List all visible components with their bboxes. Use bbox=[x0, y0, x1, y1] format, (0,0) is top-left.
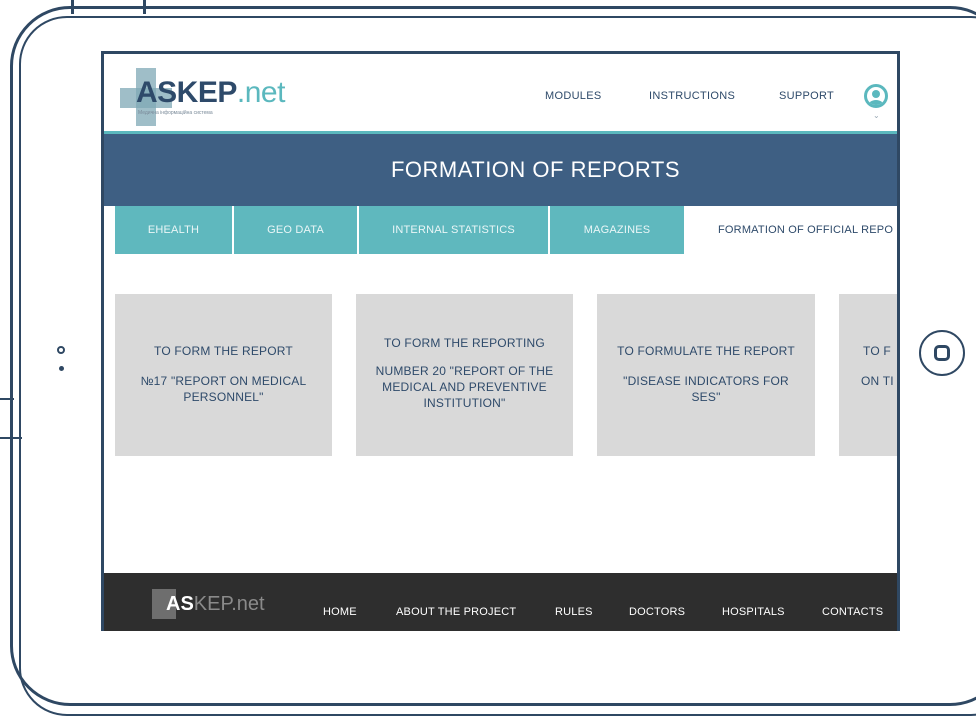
footer-nav-contacts[interactable]: CONTACTS bbox=[822, 606, 883, 618]
camera-icon bbox=[57, 346, 65, 354]
user-avatar-icon[interactable] bbox=[864, 84, 888, 108]
card-title: TO FORMULATE THE REPORT bbox=[617, 344, 795, 358]
home-square-icon bbox=[934, 345, 950, 361]
card-title: TO FORM THE REPORTING bbox=[384, 336, 545, 350]
tablet-side-line bbox=[0, 398, 14, 400]
site-footer: ASKEP.net HOME ABOUT THE PROJECT RULES D… bbox=[104, 573, 897, 631]
footer-nav-hospitals[interactable]: HOSPITALS bbox=[722, 606, 785, 618]
site-header: ASKEP.net Медична інформаційна система M… bbox=[104, 54, 897, 134]
sensor-icon bbox=[59, 366, 64, 371]
home-button[interactable] bbox=[919, 330, 965, 376]
footer-nav-doctors[interactable]: DOCTORS bbox=[629, 606, 685, 618]
card-title: TO F bbox=[863, 344, 891, 358]
tablet-screen: ASKEP.net Медична інформаційна система M… bbox=[101, 51, 900, 631]
title-band: FORMATION OF REPORTS bbox=[104, 134, 897, 206]
report-card-ses[interactable]: TO FORMULATE THE REPORT "DISEASE INDICAT… bbox=[597, 294, 815, 456]
card-subtitle: ON TI bbox=[861, 374, 894, 388]
chevron-down-icon[interactable]: ⌄ bbox=[873, 111, 880, 120]
report-card-partial[interactable]: TO F ON TI bbox=[839, 294, 897, 456]
footer-nav-home[interactable]: HOME bbox=[323, 606, 357, 618]
card-title: TO FORM THE REPORT bbox=[154, 344, 293, 358]
tab-formation-of-official-reports[interactable]: FORMATION OF OFFICIAL REPO bbox=[686, 206, 897, 254]
tab-ehealth[interactable]: EHEALTH bbox=[115, 206, 234, 254]
tablet-side-line-2 bbox=[0, 437, 22, 439]
tab-magazines[interactable]: MAGAZINES bbox=[550, 206, 686, 254]
page-title: FORMATION OF REPORTS bbox=[390, 157, 681, 182]
nav-instructions[interactable]: INSTRUCTIONS bbox=[649, 90, 735, 102]
card-subtitle: "DISEASE INDICATORS FOR SES" bbox=[623, 374, 789, 404]
tablet-button-top-right bbox=[143, 0, 146, 14]
logo-text: ASKEP.net bbox=[136, 76, 285, 109]
footer-nav-about[interactable]: ABOUT THE PROJECT bbox=[396, 606, 516, 618]
card-subtitle: №17 "REPORT ON MEDICAL PERSONNEL" bbox=[140, 374, 307, 404]
report-tabs: EHEALTH GEO DATA INTERNAL STATISTICS MAG… bbox=[115, 206, 897, 254]
nav-support[interactable]: SUPPORT bbox=[779, 90, 834, 102]
tab-geo-data[interactable]: GEO DATA bbox=[234, 206, 359, 254]
footer-nav-rules[interactable]: RULES bbox=[555, 606, 593, 618]
nav-modules[interactable]: MODULES bbox=[545, 90, 602, 102]
tab-internal-statistics[interactable]: INTERNAL STATISTICS bbox=[359, 206, 550, 254]
card-subtitle: NUMBER 20 "REPORT OF THE MEDICAL AND PRE… bbox=[375, 364, 554, 410]
site-logo[interactable]: ASKEP.net Медична інформаційна система bbox=[114, 62, 294, 128]
report-card-17[interactable]: TO FORM THE REPORT №17 "REPORT ON MEDICA… bbox=[115, 294, 332, 456]
tablet-button-top bbox=[71, 0, 74, 14]
footer-logo[interactable]: ASKEP.net bbox=[152, 583, 272, 623]
logo-tagline: Медична інформаційна система bbox=[138, 110, 213, 116]
report-card-20[interactable]: TO FORM THE REPORTING NUMBER 20 "REPORT … bbox=[356, 294, 573, 456]
